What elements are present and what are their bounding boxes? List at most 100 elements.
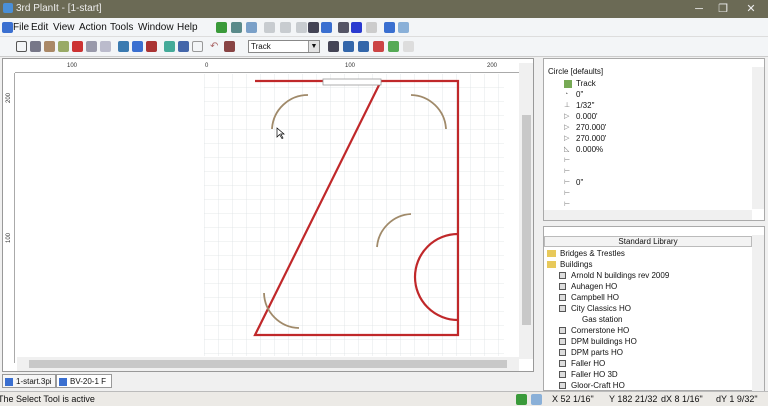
property-row[interactable]: ▷ 270.000' xyxy=(564,122,606,133)
distribute-icon[interactable] xyxy=(280,22,291,33)
axis-icon: ⊢ xyxy=(564,167,571,175)
table-icon[interactable] xyxy=(164,41,175,52)
menu-lines-icon[interactable] xyxy=(328,41,339,52)
flex-track-icon[interactable] xyxy=(100,41,111,52)
library-item[interactable]: City Classics HO xyxy=(559,304,631,314)
text-icon[interactable] xyxy=(403,41,414,52)
properties-hscrollbar[interactable] xyxy=(544,210,752,220)
library-item-label: DPM parts HO xyxy=(571,348,624,357)
library-item[interactable]: Faller HO xyxy=(559,359,605,369)
window-title: 3rd PlanIt - [1-start] xyxy=(16,3,102,14)
library-panel: Standard Library Bridges & Trestles Buil… xyxy=(543,226,765,391)
menu-edit[interactable]: Edit xyxy=(31,22,48,33)
library-item[interactable]: Campbell HO xyxy=(559,293,619,303)
curved-track-icon[interactable] xyxy=(58,41,69,52)
property-row[interactable]: Track xyxy=(564,78,596,89)
angle-sweep-icon: ▷ xyxy=(564,134,570,142)
folder-item[interactable]: Bridges & Trestles xyxy=(547,249,625,259)
library-item-label: Auhagen HO xyxy=(571,282,618,291)
horizontal-scrollbar[interactable] xyxy=(17,357,519,371)
chevron-down-icon[interactable]: ▼ xyxy=(308,41,319,52)
close-button[interactable]: ✕ xyxy=(736,0,766,18)
marker-icon[interactable] xyxy=(72,41,83,52)
snap-icon[interactable] xyxy=(338,22,349,33)
library-item[interactable]: Faller HO 3D xyxy=(559,370,618,380)
flip-icon[interactable] xyxy=(373,41,384,52)
menu-help[interactable]: Help xyxy=(177,22,198,33)
list-icon[interactable] xyxy=(30,41,41,52)
select-icon[interactable] xyxy=(308,22,319,33)
property-row[interactable]: ⊢ xyxy=(564,155,576,166)
library-item[interactable]: Auhagen HO xyxy=(559,282,617,292)
property-row[interactable]: ⊢ xyxy=(564,188,576,199)
undo-curve-icon[interactable]: ↶ xyxy=(210,41,221,52)
layout-canvas[interactable]: 100 0 100 200 200 100 xyxy=(2,58,534,372)
tab-1-start[interactable]: 1-start.3pi xyxy=(2,374,56,388)
straight-track-icon[interactable] xyxy=(44,41,55,52)
zoom-window-icon[interactable] xyxy=(366,22,377,33)
menu-tools[interactable]: Tools xyxy=(110,22,133,33)
refresh-icon[interactable] xyxy=(246,22,257,33)
title-bar: 3rd PlanIt - [1-start] ─ ❐ ✕ xyxy=(0,0,768,18)
structure-icon[interactable] xyxy=(118,41,129,52)
property-row[interactable]: ⊥ 1/32" xyxy=(564,100,594,111)
3d-view-icon[interactable] xyxy=(216,22,227,33)
scroll-thumb[interactable] xyxy=(29,360,507,368)
terrain-icon[interactable] xyxy=(146,41,157,52)
library-item[interactable]: Cornerstone HO xyxy=(559,326,629,336)
library-book-icon xyxy=(559,283,566,291)
zoom-fit-icon[interactable] xyxy=(351,22,362,33)
menu-file[interactable]: File xyxy=(13,22,29,33)
connect-icon[interactable] xyxy=(343,41,354,52)
parallel-track-icon[interactable] xyxy=(86,41,97,52)
library-scrollbar[interactable] xyxy=(752,235,764,391)
vertical-scrollbar[interactable] xyxy=(519,63,533,359)
render-icon[interactable] xyxy=(231,22,242,33)
property-row[interactable]: ⊢ xyxy=(564,166,576,177)
library-item-label: Gloor-Craft HO xyxy=(571,381,625,390)
library-item[interactable]: DPM buildings HO xyxy=(559,337,637,347)
tab-bv-20-1[interactable]: BV-20-1 F xyxy=(56,374,112,388)
scroll-thumb[interactable] xyxy=(522,115,531,325)
folder-item[interactable]: Buildings xyxy=(547,260,592,270)
property-row[interactable]: ⊢ 0" xyxy=(564,177,583,188)
library-item[interactable]: Gas station xyxy=(582,315,622,325)
property-row[interactable]: ◺ 0.000% xyxy=(564,144,603,155)
coordinate-mode-icon[interactable] xyxy=(531,394,542,405)
tools-icon[interactable] xyxy=(224,41,235,52)
grid-icon[interactable] xyxy=(16,41,27,52)
ramp-icon[interactable] xyxy=(388,41,399,52)
snap-status-icon[interactable] xyxy=(516,394,527,405)
frame-icon[interactable] xyxy=(192,41,203,52)
library-item[interactable]: DPM parts HO xyxy=(559,348,623,358)
ruler-label: 100 xyxy=(67,63,78,69)
ruler-label: 100 xyxy=(345,63,356,69)
library-item[interactable]: Gloor-Craft HO xyxy=(559,381,625,391)
export-icon[interactable] xyxy=(398,22,409,33)
property-row[interactable]: ◔ 0" xyxy=(564,89,583,100)
drawing-area[interactable] xyxy=(16,74,518,356)
property-row[interactable]: ⊢ xyxy=(564,199,576,210)
menu-view[interactable]: View xyxy=(53,22,75,33)
stack-icon[interactable] xyxy=(296,22,307,33)
track-type-select[interactable]: Track ▼ xyxy=(248,40,320,53)
menu-window[interactable]: Window xyxy=(138,22,174,33)
search-icon[interactable] xyxy=(132,41,143,52)
disconnect-icon[interactable] xyxy=(358,41,369,52)
library-item[interactable]: Arnold N buildings rev 2009 xyxy=(559,271,669,281)
property-row[interactable]: ▷ 0.000' xyxy=(564,111,598,122)
menu-action[interactable]: Action xyxy=(79,22,107,33)
axis-icon: ⊢ xyxy=(564,200,571,208)
properties-scrollbar[interactable] xyxy=(752,67,764,209)
property-value: 270.000' xyxy=(576,134,607,143)
window-icon[interactable] xyxy=(384,22,395,33)
align-icon[interactable] xyxy=(264,22,275,33)
property-row[interactable]: ▷ 270.000' xyxy=(564,133,606,144)
library-item-label: City Classics HO xyxy=(571,304,632,313)
axis-icon: ⊢ xyxy=(564,189,571,197)
library-item-label: Faller HO 3D xyxy=(571,370,618,379)
restore-button[interactable]: ❐ xyxy=(708,0,738,18)
angle-start-icon: ▷ xyxy=(564,112,570,120)
panel-icon[interactable] xyxy=(178,41,189,52)
person-icon[interactable] xyxy=(321,22,332,33)
